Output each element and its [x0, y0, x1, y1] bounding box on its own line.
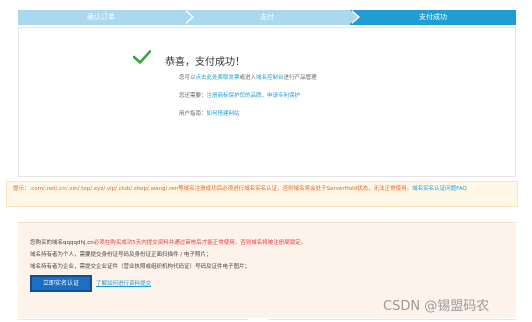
- verify-now-button[interactable]: 立即实名认证: [30, 275, 92, 292]
- success-line-next: 您还需要：注册商标保护您的品牌，申请专利保护: [179, 93, 301, 99]
- payment-success-panel: 恭喜，支付成功！ 您可以点击此处索取发票或进入域名控制台进行产品管理 您还需要：…: [18, 27, 516, 177]
- success-title: 恭喜，支付成功！: [165, 57, 245, 68]
- order-progress-steps: 确认订单 支付 支付成功: [18, 10, 516, 25]
- verify-deadline-text: 您购买的域名qqqqdhj.cn必须在购买成功5天内提交资料并通过审核后才能正常…: [30, 240, 307, 246]
- build-site-link[interactable]: 如何搭建网站: [207, 111, 240, 117]
- how-to-submit-link[interactable]: 了解如何进行资料提交: [96, 279, 151, 287]
- success-line-guide: 用户指南：如何搭建网站: [179, 111, 240, 117]
- realname-notice: 提示：.com/.net/.cn/.xin/.top/.xyz/.vip/.cl…: [6, 181, 518, 207]
- realname-faq-link[interactable]: 域名实名认证问题FAQ: [412, 186, 467, 192]
- step-label: 支付成功: [419, 13, 447, 21]
- step-label: 支付: [260, 13, 274, 21]
- verify-company-text: 域名持有者为企业，需提交企业证件（营业执照或组织机构代码证）号码及证件电子图片；: [30, 264, 251, 270]
- success-line-manage: 您可以点击此处索取发票或进入域名控制台进行产品管理: [179, 75, 317, 81]
- step-confirm-order: 确认订单: [18, 10, 194, 25]
- verify-personal-text: 域名持有者为个人，需要提交身份证号码及身份证正面扫描件 / 电子照片；: [30, 252, 212, 258]
- notice-text: 提示：.com/.net/.cn/.xin/.top/.xyz/.vip/.cl…: [13, 186, 413, 192]
- divider: [268, 319, 516, 320]
- divider: [18, 319, 248, 320]
- step-payment-success: 支付成功: [350, 10, 516, 25]
- request-invoice-link[interactable]: 点击此处索取发票: [196, 75, 240, 81]
- patent-link[interactable]: 申请专利保护: [267, 93, 300, 99]
- domain-console-link[interactable]: 域名控制台: [256, 75, 284, 81]
- step-label: 确认订单: [87, 13, 115, 21]
- watermark: CSDN @锡盟码农: [383, 299, 490, 314]
- trademark-link[interactable]: 注册商标保护您的品牌，: [207, 93, 268, 99]
- success-check-icon: [133, 50, 151, 64]
- step-payment: 支付: [184, 10, 360, 25]
